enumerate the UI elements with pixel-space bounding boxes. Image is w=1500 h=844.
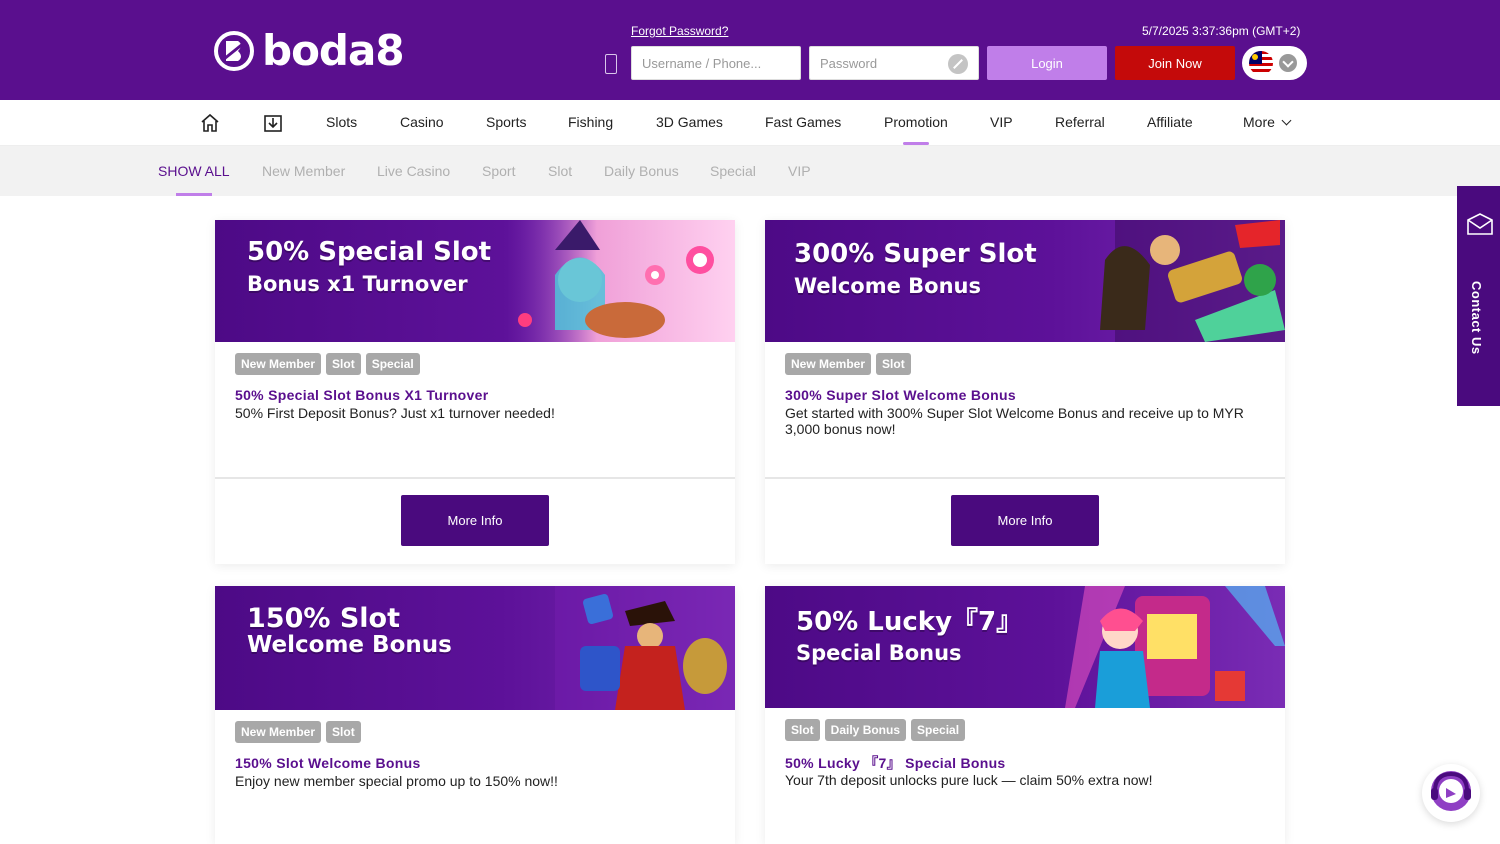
nav-fast-games[interactable]: Fast Games	[765, 100, 841, 146]
banner-line1: 50% Lucky『7』	[796, 607, 1023, 637]
promo-banner[interactable]: 50% Lucky『7』 Special Bonus	[765, 586, 1285, 708]
home-icon[interactable]	[199, 112, 221, 134]
password-placeholder: Password	[820, 55, 878, 71]
pirate-slot-illustration	[555, 586, 735, 710]
password-input[interactable]: Password	[809, 46, 979, 80]
promo-description: Enjoy new member special promo up to 150…	[235, 773, 558, 789]
tag-slot: Slot	[326, 353, 361, 375]
filter-show-all[interactable]: SHOW ALL	[158, 146, 230, 196]
promo-banner[interactable]: 50% Special Slot Bonus x1 Turnover	[215, 220, 735, 342]
promo-title[interactable]: 50% Lucky 『7』 Special Bonus	[785, 753, 1006, 773]
chevron-down-icon	[1279, 54, 1297, 72]
mail-icon	[1467, 213, 1493, 235]
tag-slot: Slot	[785, 719, 820, 741]
tag-slot: Slot	[326, 721, 361, 743]
nav-referral[interactable]: Referral	[1055, 100, 1105, 146]
promo-card: 50% Lucky『7』 Special Bonus Slot Daily Bo…	[765, 586, 1285, 844]
tag-special: Special	[911, 719, 966, 741]
filter-sport[interactable]: Sport	[482, 146, 515, 196]
promo-tags: New Member Slot Special	[235, 353, 420, 375]
promo-tags: New Member Slot	[235, 721, 361, 743]
card-divider	[215, 477, 735, 479]
login-button[interactable]: Login	[987, 46, 1107, 80]
filter-new-member[interactable]: New Member	[262, 146, 345, 196]
nav-more[interactable]: More	[1243, 100, 1292, 146]
filter-live-casino[interactable]: Live Casino	[377, 146, 450, 196]
nav-slots[interactable]: Slots	[326, 100, 357, 146]
banner-line1: 300% Super Slot	[794, 239, 1037, 269]
promo-description: Get started with 300% Super Slot Welcome…	[785, 405, 1244, 437]
filter-slot[interactable]: Slot	[548, 146, 572, 196]
nav-more-label: More	[1243, 114, 1275, 130]
tag-slot: Slot	[876, 353, 911, 375]
malaysia-flag-icon	[1249, 51, 1273, 75]
promo-banner[interactable]: 300% Super Slot Welcome Bonus	[765, 220, 1285, 342]
promo-card: 300% Super Slot Welcome Bonus New Member…	[765, 220, 1285, 564]
promo-tags: New Member Slot	[785, 353, 911, 375]
contact-us-label: Contact Us	[1469, 281, 1484, 355]
tag-new-member: New Member	[785, 353, 872, 375]
more-info-button[interactable]: More Info	[951, 495, 1099, 546]
language-selector[interactable]	[1242, 46, 1307, 80]
promo-title[interactable]: 150% Slot Welcome Bonus	[235, 755, 421, 771]
nav-affiliate[interactable]: Affiliate	[1147, 100, 1193, 146]
banner-line1: 150% Slot	[247, 603, 400, 634]
banner-line1: 50% Special Slot	[247, 237, 492, 267]
nav-3d-games[interactable]: 3D Games	[656, 100, 723, 146]
nav-fishing[interactable]: Fishing	[568, 100, 613, 146]
promo-card: 150% Slot Welcome Bonus New Member Slot …	[215, 586, 735, 844]
live-chat-button[interactable]	[1422, 764, 1480, 822]
chevron-down-icon	[1281, 115, 1292, 126]
lucky-seven-illustration	[1065, 586, 1285, 708]
tag-special: Special	[365, 353, 420, 375]
promo-title[interactable]: 300% Super Slot Welcome Bonus	[785, 387, 1016, 403]
promo-title[interactable]: 50% Special Slot Bonus X1 Turnover	[235, 387, 488, 403]
join-now-button[interactable]: Join Now	[1115, 46, 1235, 80]
nav-casino[interactable]: Casino	[400, 100, 444, 146]
banner-line2: Welcome Bonus	[247, 632, 452, 658]
logo-text: boda8	[262, 26, 405, 75]
download-icon[interactable]	[262, 112, 284, 134]
promo-description: Your 7th deposit unlocks pure luck — cla…	[785, 772, 1153, 788]
card-divider	[765, 477, 1285, 479]
banner-line2: Bonus x1 Turnover	[247, 272, 468, 296]
logo-icon	[214, 31, 254, 71]
more-info-button[interactable]: More Info	[401, 495, 549, 546]
tag-new-member: New Member	[235, 353, 322, 375]
headset-support-icon	[1431, 771, 1471, 811]
banner-line2: Special Bonus	[796, 641, 962, 665]
nav-sports[interactable]: Sports	[486, 100, 526, 146]
datetime-display: 5/7/2025 3:37:36pm (GMT+2)	[1142, 24, 1301, 38]
promo-card: 50% Special Slot Bonus x1 Turnover New M…	[215, 220, 735, 564]
username-input[interactable]: Username / Phone...	[631, 46, 801, 80]
tag-new-member: New Member	[235, 721, 322, 743]
promo-banner[interactable]: 150% Slot Welcome Bonus	[215, 586, 735, 710]
banner-line2: Welcome Bonus	[794, 274, 982, 298]
phone-icon[interactable]	[605, 54, 617, 74]
super-slot-illustration	[1100, 220, 1285, 342]
nav-promotion[interactable]: Promotion	[884, 100, 948, 146]
hide-password-icon[interactable]	[948, 54, 968, 74]
contact-us-tab[interactable]: Contact Us	[1457, 186, 1500, 406]
filter-daily-bonus[interactable]: Daily Bonus	[604, 146, 679, 196]
filter-vip[interactable]: VIP	[788, 146, 811, 196]
filter-special[interactable]: Special	[710, 146, 756, 196]
site-logo[interactable]: boda8	[214, 26, 405, 75]
promo-tags: Slot Daily Bonus Special	[785, 719, 966, 741]
candy-witch-illustration	[505, 220, 735, 342]
promo-description: 50% First Deposit Bonus? Just x1 turnove…	[235, 405, 555, 421]
forgot-password-link[interactable]: Forgot Password?	[631, 24, 728, 38]
nav-vip[interactable]: VIP	[990, 100, 1013, 146]
tag-daily-bonus: Daily Bonus	[824, 719, 907, 741]
